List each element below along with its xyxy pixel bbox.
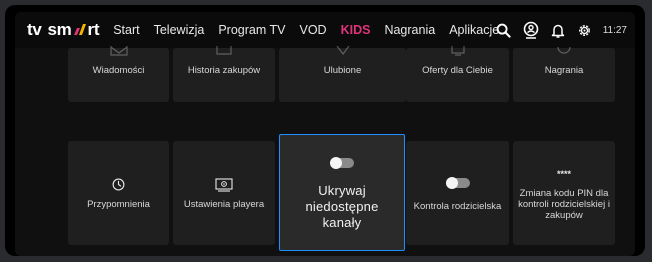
tile-wiadomosci[interactable]: Wiadomości xyxy=(68,46,169,102)
tile-przypomnienia[interactable]: Przypomnienia xyxy=(68,141,169,245)
tile-label: Nagrania xyxy=(544,65,584,76)
tile-ulubione[interactable]: Ulubione xyxy=(279,45,406,102)
tile-label: Ukrywaj niedostępne kanały xyxy=(305,182,379,230)
logo-rt-text: rt xyxy=(87,20,100,39)
device-frame: tv sm rt Start Telewizja Program TV VOD … xyxy=(5,5,645,256)
tile-kontrola-rodzicielska[interactable]: Kontrola rodzicielska xyxy=(406,141,509,245)
tile-oferty-dla-ciebie[interactable]: Oferty dla Ciebie xyxy=(406,46,509,102)
tv-icon xyxy=(450,46,466,59)
record-icon xyxy=(556,46,572,59)
logo-tv-text: tv xyxy=(27,20,42,39)
tile-label: Ulubione xyxy=(323,65,362,76)
tile-label: Wiadomości xyxy=(92,65,145,76)
tile-ukrywaj-niedostepne-kanaly[interactable]: Ukrywaj niedostępne kanały xyxy=(279,134,405,251)
tile-nagrania[interactable]: Nagrania xyxy=(513,46,615,102)
nav-start[interactable]: Start xyxy=(113,23,139,37)
tile-label: Historia zakupów xyxy=(187,65,261,76)
clock-icon xyxy=(112,177,125,193)
tile-zmiana-kodu-pin[interactable]: **** Zmiana kodu PIN dla kontroli rodzic… xyxy=(513,141,615,245)
nav-program-tv[interactable]: Program TV xyxy=(218,23,285,37)
tile-label: Przypomnienia xyxy=(87,198,150,210)
tile-label: Zmiana kodu PIN dla kontroli rodzicielsk… xyxy=(518,187,610,221)
heart-icon xyxy=(335,45,351,59)
monitor-icon xyxy=(215,46,233,59)
tile-label: Oferty dla Ciebie xyxy=(422,65,493,76)
clock-time: 11:27 xyxy=(602,24,627,36)
gear-icon[interactable] xyxy=(576,21,594,39)
search-icon[interactable] xyxy=(495,21,513,39)
tile-ustawienia-playera[interactable]: Ustawienia playera xyxy=(173,141,275,245)
player-settings-icon xyxy=(215,177,233,193)
nav-telewizja[interactable]: Telewizja xyxy=(154,23,205,37)
nav-nagrania[interactable]: Nagrania xyxy=(384,23,435,37)
logo-sm-text: sm xyxy=(47,20,72,39)
toggle-switch-icon xyxy=(445,176,470,189)
tile-label: Kontrola rodzicielska xyxy=(413,200,502,212)
nav-vod[interactable]: VOD xyxy=(299,23,326,37)
top-navigation-bar: tv sm rt Start Telewizja Program TV VOD … xyxy=(15,12,635,48)
bell-icon[interactable] xyxy=(549,21,567,39)
logo-slash-icon xyxy=(73,23,87,35)
toggle-switch-icon xyxy=(330,156,354,169)
nav-kids[interactable]: KIDS xyxy=(341,23,371,37)
header-tools: 11:27 xyxy=(486,12,627,48)
profile-icon[interactable] xyxy=(522,21,540,39)
tile-historia-zakupow[interactable]: Historia zakupów xyxy=(173,46,275,102)
pin-dots-icon: **** xyxy=(556,168,571,179)
parental-control-toggle[interactable] xyxy=(445,175,470,191)
tv-smart-logo[interactable]: tv sm rt xyxy=(27,20,99,40)
envelope-icon xyxy=(109,46,128,59)
main-nav: Start Telewizja Program TV VOD KIDS Nagr… xyxy=(113,23,513,37)
tile-label: Ustawienia playera xyxy=(183,198,265,210)
hide-channels-toggle[interactable] xyxy=(330,155,354,171)
tv-screen: tv sm rt Start Telewizja Program TV VOD … xyxy=(15,12,635,256)
